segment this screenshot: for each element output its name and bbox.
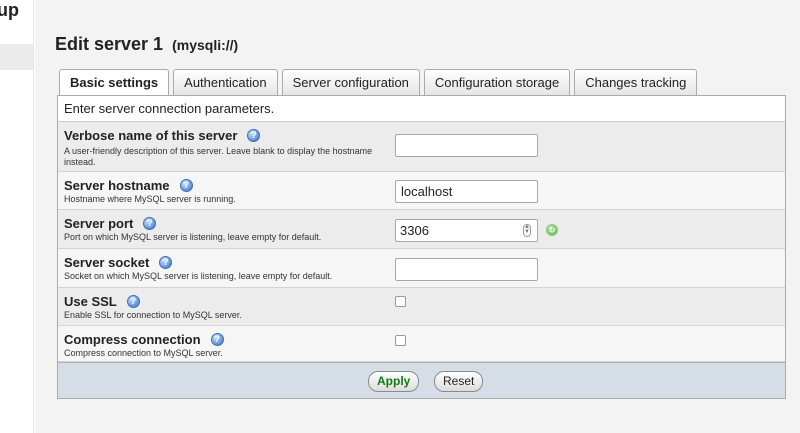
- tab-configuration-storage[interactable]: Configuration storage: [423, 69, 571, 95]
- tab-basic-settings[interactable]: Basic settings: [59, 69, 170, 96]
- compress-label: Compress connection: [64, 332, 201, 347]
- hostname-description: Hostname where MySQL server is running.: [64, 194, 236, 204]
- port-label: Server port: [64, 216, 134, 231]
- compress-description: Compress connection to MySQL server.: [64, 348, 223, 358]
- form-footer: Apply Reset: [58, 362, 785, 398]
- tab-authentication[interactable]: Authentication: [173, 69, 278, 95]
- field-label: Verbose name of this server?: [64, 128, 261, 143]
- settings-tabs: Basic settings Authentication Server con…: [59, 69, 698, 96]
- help-icon[interactable]: ?: [159, 256, 173, 269]
- restore-default-icon[interactable]: ↻: [546, 224, 558, 236]
- sidebar-active-item[interactable]: [0, 44, 33, 70]
- form-row-hostname: Server hostname? Hostname where MySQL se…: [58, 172, 785, 210]
- sidebar-brand[interactable]: up: [0, 0, 19, 21]
- page-title-text: Edit server 1: [55, 34, 164, 54]
- verbose-name-description: A user-friendly description of this serv…: [64, 146, 373, 167]
- left-sidebar: up: [0, 0, 34, 433]
- use-ssl-checkbox[interactable]: [395, 296, 406, 307]
- hostname-label: Server hostname: [64, 178, 170, 193]
- verbose-name-input[interactable]: [395, 134, 538, 157]
- port-description: Port on which MySQL server is listening,…: [64, 232, 322, 242]
- port-value: 3306: [400, 223, 429, 238]
- verbose-name-label: Verbose name of this server: [64, 128, 238, 143]
- field-label: Compress connection?: [64, 332, 224, 347]
- page-title: Edit server 1 (mysqli://): [55, 34, 238, 55]
- help-icon[interactable]: ?: [179, 179, 193, 192]
- spinner-arrows-icon[interactable]: ▲ ▼: [523, 224, 531, 237]
- compress-checkbox[interactable]: [395, 335, 406, 346]
- form-row-use-ssl: Use SSL? Enable SSL for connection to My…: [58, 288, 785, 326]
- help-icon[interactable]: ?: [210, 333, 224, 346]
- help-icon[interactable]: ?: [143, 217, 157, 230]
- port-input[interactable]: 3306 ▲ ▼: [395, 219, 538, 242]
- basic-settings-panel: Enter server connection parameters. Verb…: [57, 95, 786, 399]
- socket-input[interactable]: [395, 258, 538, 281]
- help-icon[interactable]: ?: [247, 129, 261, 142]
- field-label: Server socket?: [64, 255, 173, 270]
- main-content: Edit server 1 (mysqli://) Basic settings…: [35, 0, 800, 433]
- field-label: Server port?: [64, 216, 157, 231]
- field-label: Use SSL?: [64, 294, 140, 309]
- use-ssl-description: Enable SSL for connection to MySQL serve…: [64, 310, 242, 320]
- form-row-compress: Compress connection? Compress connection…: [58, 326, 785, 362]
- tab-server-configuration[interactable]: Server configuration: [281, 69, 420, 95]
- page-subtitle: (mysqli://): [172, 37, 239, 53]
- help-icon[interactable]: ?: [126, 295, 140, 308]
- form-row-verbose-name: Verbose name of this server? A user-frie…: [58, 122, 785, 172]
- apply-button[interactable]: Apply: [368, 371, 420, 392]
- reset-button[interactable]: Reset: [434, 371, 484, 392]
- hostname-input[interactable]: [395, 180, 538, 203]
- socket-description: Socket on which MySQL server is listenin…: [64, 271, 333, 281]
- field-label: Server hostname?: [64, 178, 193, 193]
- form-row-socket: Server socket? Socket on which MySQL ser…: [58, 249, 785, 288]
- form-row-port: Server port? Port on which MySQL server …: [58, 210, 785, 249]
- tab-changes-tracking[interactable]: Changes tracking: [574, 69, 698, 95]
- socket-label: Server socket: [64, 255, 150, 270]
- use-ssl-label: Use SSL: [64, 294, 117, 309]
- panel-description: Enter server connection parameters.: [58, 96, 785, 122]
